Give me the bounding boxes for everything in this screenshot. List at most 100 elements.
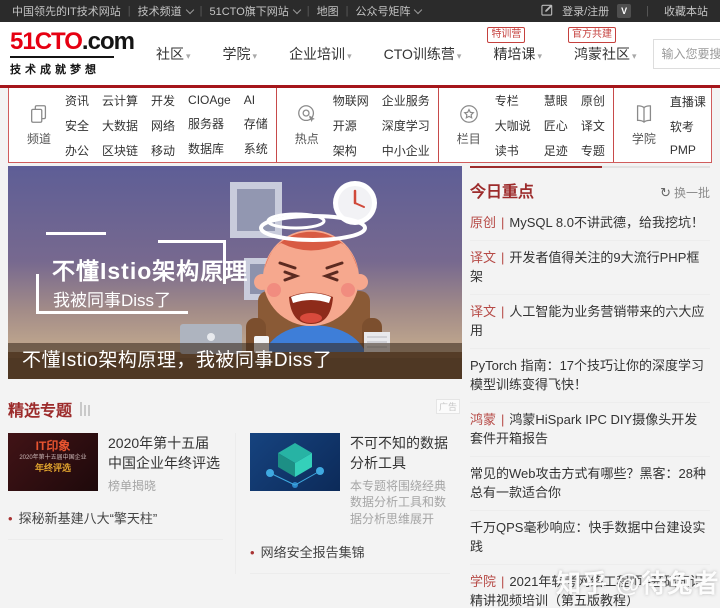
megamenu-link-开发[interactable]: 开发 [151,92,175,109]
megamenu-link-深度学习[interactable]: 深度学习 [382,117,430,134]
megamenu-link-存储[interactable]: 存储 [244,115,268,132]
topic-card-title[interactable]: 不可不知的数据分析工具 [350,433,450,474]
main-nav: 社区▾学院▾企业培训▾CTO训练营▾精培课▾特训营鸿蒙社区▾官方共建 [140,44,653,64]
megamenu-link-企业服务[interactable]: 企业服务 [382,92,430,109]
megamenu-link-足迹[interactable]: 足迹 [544,142,568,159]
news-item-text: 2021年软考网络工程师--基础知识精讲视频培训（第五版教程） [470,574,703,608]
megamenu-link-服务器[interactable]: 服务器 [188,115,231,132]
topbar-separator: | [646,5,649,17]
topbar-link[interactable]: 中国领先的IT技术网站 [12,3,121,19]
topbar-link[interactable]: 地图 [317,3,339,19]
megamenu-category-栏目[interactable]: 栏目 [447,103,491,147]
megamenu-link-云计算[interactable]: 云计算 [102,92,138,109]
megamenu-link-CIOAge[interactable]: CIOAge [188,93,231,107]
megamenu-link-专题[interactable]: 专题 [581,142,605,159]
topbar-separator: | [128,5,131,17]
news-item[interactable]: 原创|MySQL 8.0不讲武德，给我挖坑！ [470,206,710,241]
topic-card[interactable]: IT印象 2020年第十五届中国企业 年终评选 2020年第十五届中国企业年终评… [8,433,223,494]
nav-item-学院[interactable]: 学院▾ [207,44,274,64]
topbar-link[interactable]: 技术频道 [138,3,193,19]
megamenu-link-软考[interactable]: 软考 [670,118,706,135]
banner-headline: 不懂Istio架构原理 [52,252,248,286]
megamenu-column: 物联网开源架构 [333,92,369,159]
megamenu-link-区块链[interactable]: 区块链 [102,142,138,159]
megamenu-link-开源[interactable]: 开源 [333,117,369,134]
megamenu-link-移动[interactable]: 移动 [151,142,175,159]
topbar-link[interactable]: 51CTO旗下网站 [210,3,300,19]
topbar-separator: | [346,5,349,17]
megamenu-columns: 资讯安全办公 云计算大数据区块链 开发网络移动 CIOAge 服务器数据库 AI 存储系统 [65,92,268,159]
megamenu-link-架构[interactable]: 架构 [333,142,369,159]
megamenu-link-系统[interactable]: 系统 [244,140,268,157]
megamenu-columns: 专栏大咖说读书慧眼匠心足迹原创译文专题 [495,92,605,159]
megamenu-category-频道[interactable]: 频道 [17,103,61,147]
megamenu-link-办公[interactable]: 办公 [65,142,89,159]
news-item[interactable]: 译文|开发者值得关注的9大流行PHP框架 [470,241,710,295]
topic-card[interactable]: 不可不知的数据分析工具 本专题将围绕经典数据分析工具和数据分析思维展开 [250,433,450,528]
news-item[interactable]: 鸿蒙|鸿蒙HiSpark IPC DIY摄像头开发套件开箱报告 [470,403,710,457]
megamenu-link-匠心[interactable]: 匠心 [544,117,568,134]
top-utility-bar: 中国领先的IT技术网站 | 技术频道 | 51CTO旗下网站 | 地图 | 公众号矩阵 登录/注… [0,0,720,22]
topic-bullet-link[interactable]: •网络安全报告集锦 [250,542,450,574]
megamenu-section-学院: 学院直播课软考PMPOCP红帽华为 [613,88,712,162]
today-title: 今日重点 [470,178,534,202]
site-header: 51CTO.com 技术成就梦想 社区▾学院▾企业培训▾CTO训练营▾精培课▾特… [0,22,720,85]
news-item[interactable]: 千万QPS毫秒响应：快手数据中台建设实践 [470,511,710,565]
v-icon[interactable]: V [617,4,631,18]
megamenu-link-PMP[interactable]: PMP [670,143,706,157]
news-item[interactable]: PyTorch 指南：17个技巧让你的深度学习模型训练变得飞快！ [470,349,710,403]
topbar-link[interactable]: 公众号矩阵 [355,3,421,19]
topic-thumbnail: IT印象 2020年第十五届中国企业 年终评选 [8,433,98,491]
logo-text: 51CTO.com [10,30,122,54]
topic-card-text: 2020年第十五届中国企业年终评选 榜单揭晓 [108,433,223,494]
megamenu-link-大数据[interactable]: 大数据 [102,117,138,134]
megamenu-column: 专栏大咖说读书 [495,92,531,159]
nav-item-社区[interactable]: 社区▾ [140,44,207,64]
nav-item-CTO训练营[interactable]: CTO训练营▾ [368,44,478,64]
login-register-link[interactable]: 登录/注册 [562,3,609,19]
megamenu-category-label: 热点 [285,130,329,147]
megamenu-link-专栏[interactable]: 专栏 [495,92,531,109]
news-item[interactable]: 学院|2021年软考网络工程师--基础知识精讲视频培训（第五版教程） [470,565,710,608]
nav-item-企业培训[interactable]: 企业培训▾ [273,44,368,64]
news-tag-divider: | [501,574,504,589]
megamenu-link-资讯[interactable]: 资讯 [65,92,89,109]
news-item[interactable]: 译文|人工智能为业务营销带来的六大应用 [470,295,710,349]
chevron-down-icon: ▾ [632,51,637,61]
megamenu-category-学院[interactable]: 学院 [622,103,666,147]
news-item-text: MySQL 8.0不讲武德，给我挖坑！ [509,215,704,230]
megamenu-link-直播课[interactable]: 直播课 [670,93,706,110]
nav-badge: 官方共建 [568,27,616,43]
topbar-separator: | [200,5,203,17]
megamenu-link-AI[interactable]: AI [244,93,268,107]
megamenu-link-大咖说[interactable]: 大咖说 [495,117,531,134]
nav-item-精培课[interactable]: 精培课▾特训营 [477,44,558,64]
nav-item-鸿蒙社区[interactable]: 鸿蒙社区▾官方共建 [558,44,653,64]
site-logo[interactable]: 51CTO.com 技术成就梦想 [10,30,122,77]
51cto-homepage: 中国领先的IT技术网站 | 技术频道 | 51CTO旗下网站 | 地图 | 公众号矩阵 登录/注… [0,0,720,608]
megamenu-link-网络[interactable]: 网络 [151,117,175,134]
megamenu-link-物联网[interactable]: 物联网 [333,92,369,109]
topic-bullet-link[interactable]: •探秘新基建八大“擎天柱” [8,508,223,540]
banner-bracket-line [158,240,226,243]
search-input[interactable] [653,39,720,69]
megamenu-link-读书[interactable]: 读书 [495,142,531,159]
academy-icon [633,112,655,129]
banner-bracket-line [36,311,188,314]
megamenu-link-原创[interactable]: 原创 [581,92,605,109]
favorite-site-link[interactable]: 收藏本站 [664,3,708,19]
megamenu-link-安全[interactable]: 安全 [65,117,89,134]
news-tag-divider: | [501,412,504,427]
megamenu-link-中小企业[interactable]: 中小企业 [382,142,430,159]
megamenu-link-慧眼[interactable]: 慧眼 [544,92,568,109]
hero-banner[interactable]: 不懂Istio架构原理 我被同事Diss了 不懂Istio架构原理，我被同事Di… [8,166,462,379]
refresh-button[interactable]: ↻换一批 [660,184,710,201]
news-item[interactable]: 常见的Web攻击方式有哪些？黑客：28种总有一款适合你 [470,457,710,511]
megamenu-columns: 物联网开源架构企业服务深度学习中小企业 [333,92,430,159]
megamenu-category-热点[interactable]: 热点 [285,103,329,147]
megamenu-link-译文[interactable]: 译文 [581,117,605,134]
megamenu-link-数据库[interactable]: 数据库 [188,140,231,157]
chevron-down-icon [414,6,422,14]
topic-card-title[interactable]: 2020年第十五届中国企业年终评选 [108,433,223,474]
ad-label: 广告 [436,399,460,414]
